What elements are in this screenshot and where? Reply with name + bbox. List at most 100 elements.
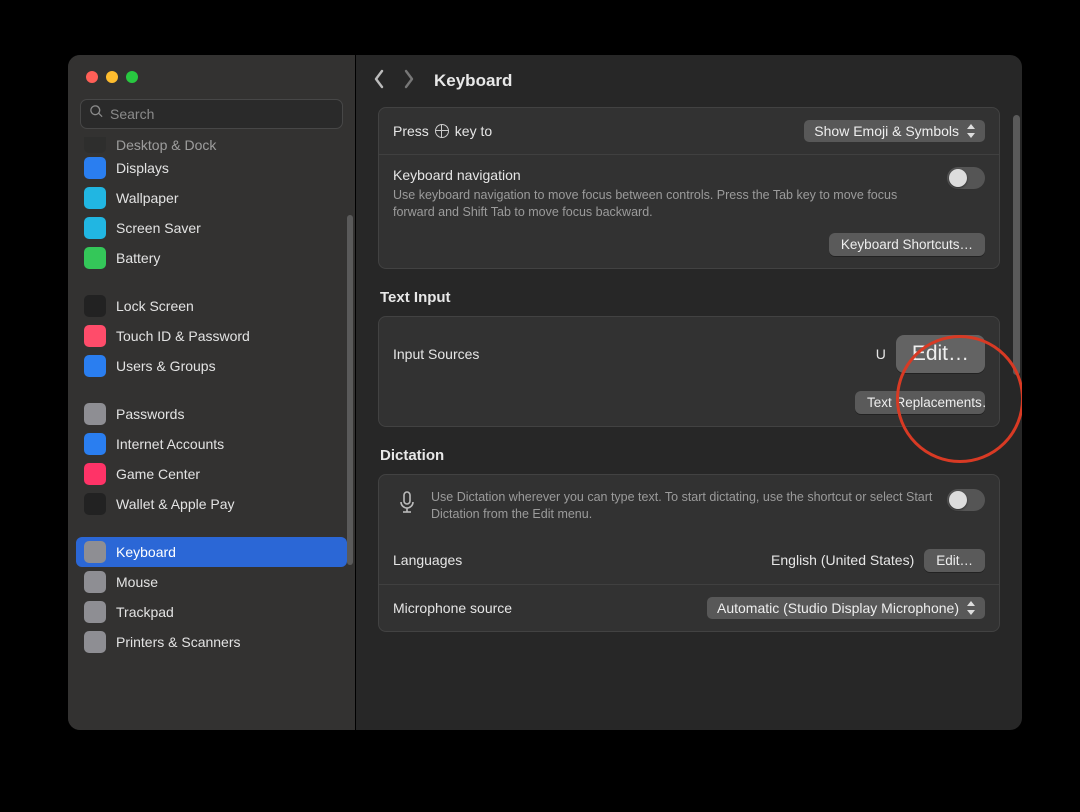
sidebar-item-label: Passwords [116, 406, 184, 422]
sidebar-item-icon [84, 433, 106, 455]
dictation-languages-value: English (United States) [771, 552, 914, 568]
sidebar-item-icon [84, 631, 106, 653]
content-scrollbar[interactable] [1013, 115, 1020, 375]
sidebar-item-icon [84, 187, 106, 209]
press-globe-value: Show Emoji & Symbols [814, 123, 959, 139]
sidebar-item-icon [84, 247, 106, 269]
sidebar-item-battery[interactable]: Battery [76, 243, 347, 273]
system-settings-window: Desktop & Dock Displays Wallpaper Screen Sa… [68, 55, 1022, 730]
sidebar-item-game-center[interactable]: Game Center [76, 459, 347, 489]
press-globe-popup[interactable]: Show Emoji & Symbols [804, 120, 985, 142]
text-replacements-button[interactable]: Text Replacements… [855, 391, 985, 414]
close-button[interactable] [86, 71, 98, 83]
sidebar-item-icon [84, 571, 106, 593]
zoom-button[interactable] [126, 71, 138, 83]
keyboard-shortcuts-button[interactable]: Keyboard Shortcuts… [829, 233, 985, 256]
microphone-source-popup[interactable]: Automatic (Studio Display Microphone) [707, 597, 985, 619]
sidebar-item-icon [84, 463, 106, 485]
input-sources-edit-button[interactable]: Edit… [896, 335, 985, 373]
page-title: Keyboard [434, 71, 512, 91]
dictation-section-title: Dictation [380, 447, 998, 464]
sidebar-item-lock-screen[interactable]: Lock Screen [76, 291, 347, 321]
sidebar-item-icon [84, 601, 106, 623]
dictation-languages-label: Languages [393, 552, 462, 568]
sidebar-item-icon [84, 541, 106, 563]
sidebar-item-screen-saver[interactable]: Screen Saver [76, 213, 347, 243]
sidebar-item-passwords[interactable]: Passwords [76, 399, 347, 429]
sidebar-item-users-groups[interactable]: Users & Groups [76, 351, 347, 381]
input-sources-row: Input Sources U Edit… [379, 317, 999, 391]
search-input[interactable] [110, 106, 334, 122]
microphone-source-row: Microphone source Automatic (Studio Disp… [379, 584, 999, 631]
sidebar-item-icon [84, 403, 106, 425]
keyboard-navigation-row: Keyboard navigation Use keyboard navigat… [379, 154, 999, 233]
dictation-languages-edit-button[interactable]: Edit… [924, 549, 985, 572]
nav-arrows [372, 69, 416, 94]
chevron-updown-icon [965, 600, 979, 616]
sidebar-item-label: Lock Screen [116, 298, 194, 314]
sidebar-item-icon [84, 157, 106, 179]
keyboard-main-card: Press key to Show Emoji & Symbols Keyboa… [378, 107, 1000, 269]
globe-icon [435, 124, 449, 138]
content-pane: Keyboard Press key to Show Emoji & Symbo… [356, 55, 1022, 730]
settings-scroll[interactable]: Press key to Show Emoji & Symbols Keyboa… [356, 107, 1022, 730]
sidebar-item-label: Wallpaper [116, 190, 179, 206]
search-icon [89, 104, 110, 124]
sidebar-item-label: Trackpad [116, 604, 174, 620]
back-button[interactable] [372, 69, 386, 94]
sidebar-list[interactable]: Desktop & Dock Displays Wallpaper Screen Sa… [68, 137, 355, 730]
titlebar: Keyboard [356, 55, 1022, 107]
sidebar-item-icon [84, 355, 106, 377]
sidebar-item-label: Screen Saver [116, 220, 201, 236]
input-sources-value: U [876, 346, 886, 362]
sidebar-item-trackpad[interactable]: Trackpad [76, 597, 347, 627]
sidebar-item-wallpaper[interactable]: Wallpaper [76, 183, 347, 213]
keyboard-navigation-title: Keyboard navigation [393, 167, 947, 183]
press-globe-row: Press key to Show Emoji & Symbols [379, 108, 999, 154]
sidebar-item-label: Touch ID & Password [116, 328, 250, 344]
dictation-card: Use Dictation wherever you can type text… [378, 474, 1000, 632]
sidebar-item-internet-accounts[interactable]: Internet Accounts [76, 429, 347, 459]
sidebar-item-touch-id-password[interactable]: Touch ID & Password [76, 321, 347, 351]
dictation-languages-row: Languages English (United States) Edit… [379, 537, 999, 584]
keyboard-navigation-desc: Use keyboard navigation to move focus be… [393, 187, 913, 221]
minimize-button[interactable] [106, 71, 118, 83]
window-controls [68, 55, 355, 95]
microphone-icon [393, 489, 421, 517]
sidebar-item-icon [84, 217, 106, 239]
input-sources-label: Input Sources [393, 346, 479, 362]
keyboard-navigation-toggle[interactable] [947, 167, 985, 189]
sidebar-item-label: Internet Accounts [116, 436, 224, 452]
sidebar-item-label: Displays [116, 160, 169, 176]
dictation-toggle[interactable] [947, 489, 985, 511]
sidebar-item-icon [84, 325, 106, 347]
forward-button[interactable] [402, 69, 416, 94]
sidebar-item-label: Game Center [116, 466, 200, 482]
text-input-card: Input Sources U Edit… Text Replacements… [378, 316, 1000, 427]
sidebar-item-printers-scanners[interactable]: Printers & Scanners [76, 627, 347, 657]
sidebar-item-wallet-apple-pay[interactable]: Wallet & Apple Pay [76, 489, 347, 519]
sidebar-item-displays[interactable]: Displays [76, 153, 347, 183]
sidebar-item-keyboard[interactable]: Keyboard [76, 537, 347, 567]
sidebar-item-label: Users & Groups [116, 358, 216, 374]
sidebar-item-label: Wallet & Apple Pay [116, 496, 235, 512]
microphone-source-label: Microphone source [393, 600, 512, 616]
sidebar-item-icon [84, 137, 106, 153]
dictation-desc: Use Dictation wherever you can type text… [431, 489, 947, 523]
sidebar-item-label: Keyboard [116, 544, 176, 560]
sidebar-item-label: Mouse [116, 574, 158, 590]
sidebar-item-label: Desktop & Dock [116, 137, 216, 153]
press-globe-label: Press key to [393, 123, 492, 139]
dictation-desc-row: Use Dictation wherever you can type text… [379, 475, 999, 537]
sidebar: Desktop & Dock Displays Wallpaper Screen Sa… [68, 55, 356, 730]
sidebar-item-mouse[interactable]: Mouse [76, 567, 347, 597]
sidebar-item-desktop-dock[interactable]: Desktop & Dock [76, 137, 347, 153]
sidebar-item-icon [84, 295, 106, 317]
search-field[interactable] [80, 99, 343, 129]
chevron-updown-icon [965, 123, 979, 139]
sidebar-item-label: Battery [116, 250, 160, 266]
sidebar-item-label: Printers & Scanners [116, 634, 241, 650]
text-input-section-title: Text Input [380, 289, 998, 306]
sidebar-scrollbar[interactable] [347, 215, 353, 565]
microphone-source-value: Automatic (Studio Display Microphone) [717, 600, 959, 616]
